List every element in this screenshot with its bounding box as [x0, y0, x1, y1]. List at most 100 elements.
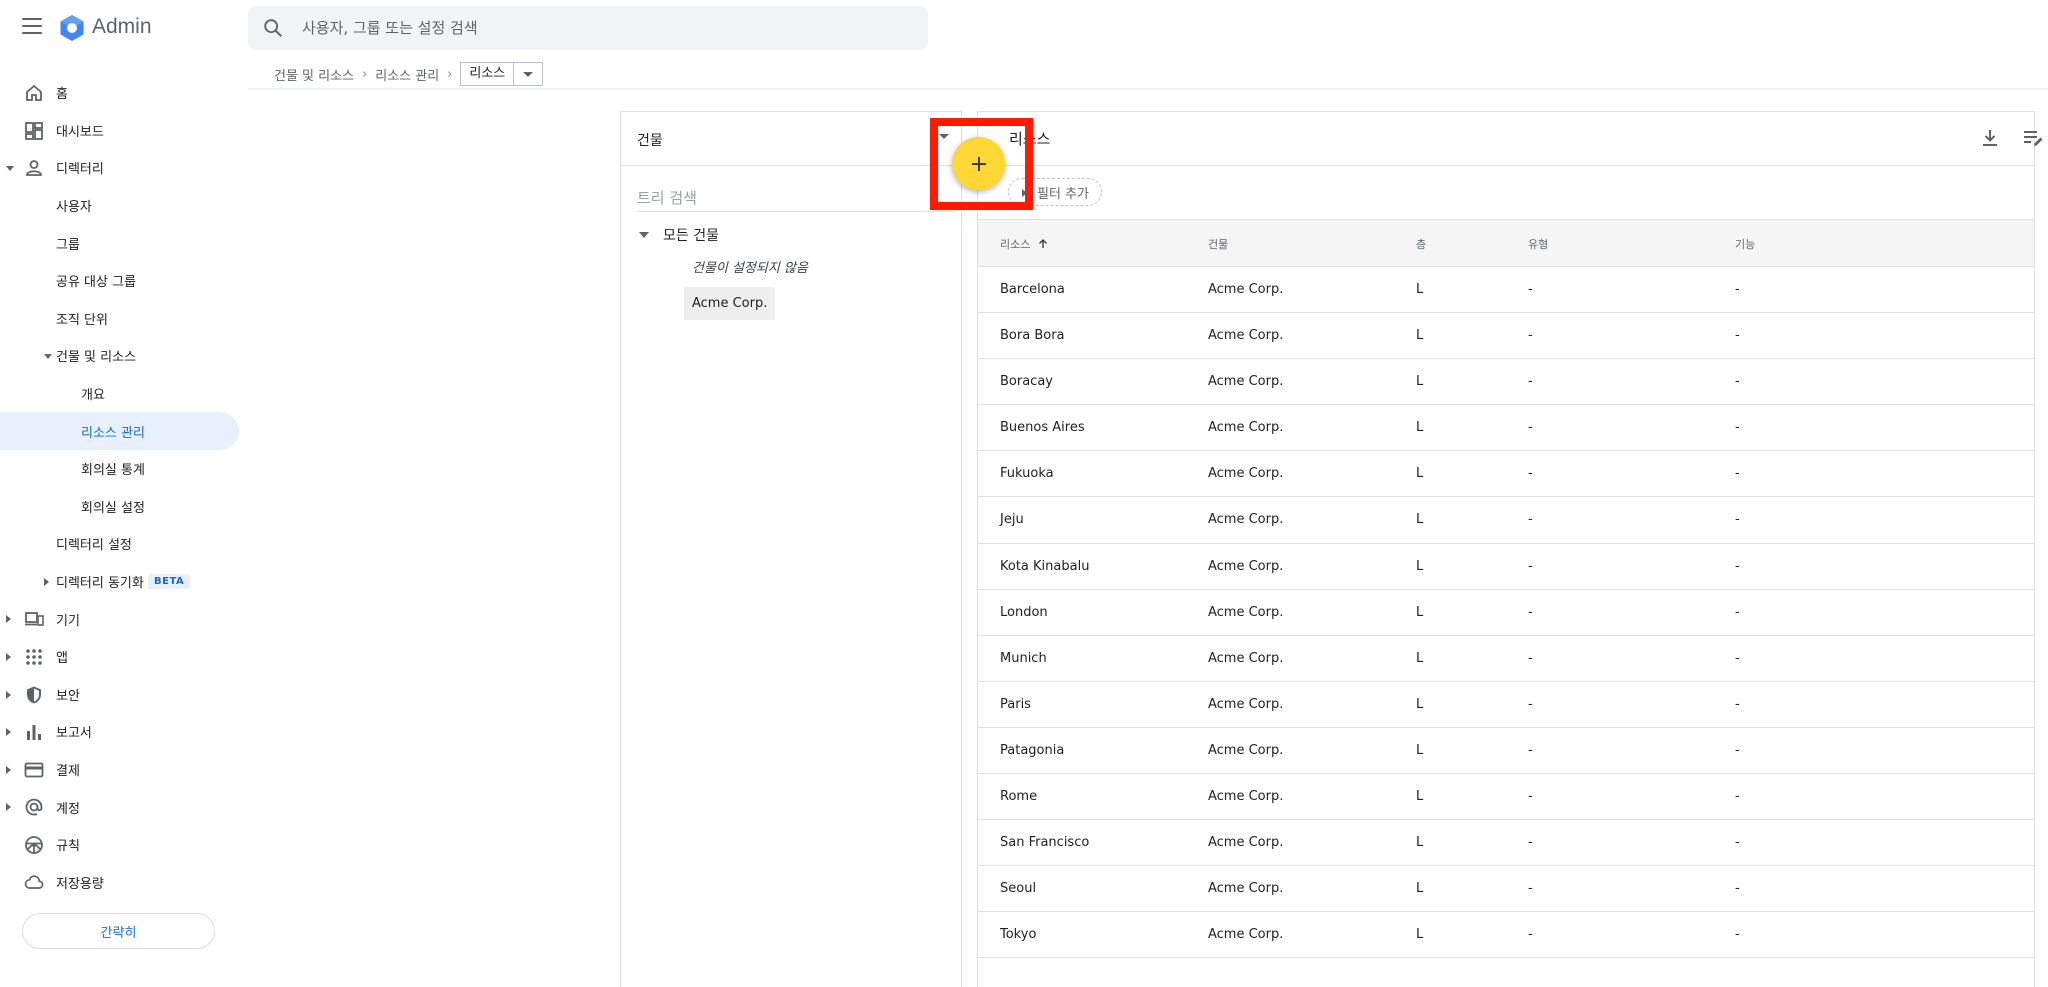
breadcrumb-buildings-resources[interactable]: 건물 및 리소스: [274, 65, 354, 84]
cell-floor: L: [1416, 558, 1424, 574]
table-row[interactable]: London Acme Corp. L - -: [978, 590, 2034, 636]
tree-node-building[interactable]: Acme Corp.: [684, 287, 776, 320]
add-resource-button[interactable]: [952, 137, 1005, 190]
table-row[interactable]: Munich Acme Corp. L - -: [978, 636, 2034, 682]
column-header-building[interactable]: 건물: [1208, 236, 1228, 252]
cell-features: -: [1735, 742, 1740, 758]
sidebar-item-target-audiences[interactable]: 공유 대상 그룹: [0, 262, 248, 300]
sidebar-item-org-units[interactable]: 조직 단위: [0, 300, 248, 338]
search-input[interactable]: [302, 6, 902, 50]
cell-floor: L: [1416, 696, 1424, 712]
expand-arrow-icon[interactable]: [6, 803, 11, 812]
tree-node-no-building[interactable]: 건물이 설정되지 않음: [692, 257, 808, 276]
tree-node-all-buildings[interactable]: 모든 건물: [637, 223, 719, 247]
table-row[interactable]: Barcelona Acme Corp. L - -: [978, 267, 2034, 314]
table-row[interactable]: Paris Acme Corp. L - -: [978, 682, 2034, 728]
cell-features: -: [1735, 558, 1740, 574]
sidebar-item-buildings-resources[interactable]: 건물 및 리소스: [0, 337, 248, 375]
sidebar-item-home[interactable]: 홈: [0, 74, 248, 112]
table-row[interactable]: Fukuoka Acme Corp. L - -: [978, 451, 2034, 498]
expand-arrow-icon[interactable]: [44, 354, 52, 360]
column-header-features[interactable]: 기능: [1735, 236, 1755, 252]
cell-type: -: [1528, 927, 1533, 943]
cell-floor: L: [1416, 881, 1424, 897]
sidebar-item-storage[interactable]: 저장용량: [0, 863, 248, 901]
cell-building: Acme Corp.: [1208, 420, 1284, 436]
beta-badge: BETA: [148, 573, 191, 589]
sidebar-item-resource-management[interactable]: 리소스 관리: [0, 412, 239, 450]
cell-type: -: [1528, 789, 1533, 805]
cell-resource: San Francisco: [1000, 835, 1090, 851]
sidebar-item-groups[interactable]: 그룹: [0, 224, 248, 262]
table-row[interactable]: Jeju Acme Corp. L - -: [978, 497, 2034, 544]
tree-search-input[interactable]: [637, 184, 955, 212]
breadcrumb-resource-management[interactable]: 리소스 관리: [375, 65, 439, 84]
cell-floor: L: [1416, 835, 1424, 851]
cell-floor: L: [1416, 328, 1424, 344]
manage-columns-icon[interactable]: [2021, 126, 2045, 150]
sidebar-item-room-settings[interactable]: 회의실 설정: [0, 488, 248, 526]
cell-resource: London: [1000, 604, 1048, 620]
cell-building: Acme Corp.: [1208, 328, 1284, 344]
sidebar-item-billing[interactable]: 결제: [0, 751, 248, 789]
column-header-floor[interactable]: 층: [1416, 236, 1426, 252]
table-row[interactable]: Boracay Acme Corp. L - -: [978, 359, 2034, 406]
table-row[interactable]: Tokyo Acme Corp. L - -: [978, 912, 2034, 959]
cell-building: Acme Corp.: [1208, 742, 1284, 758]
expand-arrow-icon[interactable]: [6, 166, 14, 172]
table-row[interactable]: Patagonia Acme Corp. L - -: [978, 728, 2034, 775]
expand-arrow-icon[interactable]: [6, 615, 11, 624]
column-header-resource[interactable]: 리소스: [1000, 236, 1048, 252]
sidebar-item-devices[interactable]: 기기: [0, 600, 248, 638]
expand-arrow-icon[interactable]: [6, 690, 11, 699]
cell-resource: Rome: [1000, 789, 1038, 805]
expand-arrow-icon[interactable]: [6, 652, 11, 661]
sidebar-item-room-insights[interactable]: 회의실 통계: [0, 450, 248, 488]
credit-card-icon: [24, 762, 44, 778]
table-row[interactable]: Seoul Acme Corp. L - -: [978, 866, 2034, 913]
sidebar-item-reports[interactable]: 보고서: [0, 713, 248, 751]
column-header-type[interactable]: 유형: [1528, 236, 1548, 252]
cell-type: -: [1528, 696, 1533, 712]
dropdown-caret-icon[interactable]: [514, 63, 542, 85]
expand-arrow-icon[interactable]: [6, 765, 11, 774]
devices-icon: [25, 612, 44, 627]
download-icon[interactable]: [1978, 126, 2002, 150]
cell-resource: Kota Kinabalu: [1000, 558, 1090, 574]
cell-floor: L: [1416, 604, 1424, 620]
sidebar-item-overview[interactable]: 개요: [0, 375, 248, 413]
sidebar-item-dashboard[interactable]: 대시보드: [0, 112, 248, 150]
cell-resource: Jeju: [1000, 512, 1024, 528]
sidebar-item-directory-settings[interactable]: 디렉터리 설정: [0, 525, 248, 563]
sidebar-item-security[interactable]: 보안: [0, 676, 248, 714]
resources-table: 리소스 건물 층 유형 기능 Barcelona Acme Corp. L - - Bor…: [978, 219, 2034, 959]
table-row[interactable]: San Francisco Acme Corp. L - -: [978, 820, 2034, 867]
cell-features: -: [1735, 835, 1740, 851]
sidebar-item-directory-sync[interactable]: 디렉터리 동기화 BETA: [0, 563, 248, 601]
sidebar-item-users[interactable]: 사용자: [0, 187, 248, 225]
table-row[interactable]: Buenos Aires Acme Corp. L - -: [978, 405, 2034, 452]
cell-type: -: [1528, 512, 1533, 528]
search-bar[interactable]: [248, 6, 928, 50]
cell-type: -: [1528, 604, 1533, 620]
table-row[interactable]: Rome Acme Corp. L - -: [978, 774, 2034, 821]
sidebar-item-apps[interactable]: 앱: [0, 638, 248, 676]
tree-expand-arrow-icon[interactable]: [639, 232, 649, 238]
cell-building: Acme Corp.: [1208, 835, 1284, 851]
sort-ascending-icon[interactable]: [1038, 239, 1048, 249]
cell-type: -: [1528, 420, 1533, 436]
table-row[interactable]: Kota Kinabalu Acme Corp. L - -: [978, 544, 2034, 590]
sidebar-item-account[interactable]: 계정: [0, 788, 248, 826]
compact-view-button[interactable]: 간략히: [22, 913, 215, 949]
cell-building: Acme Corp.: [1208, 374, 1284, 390]
admin-logo-icon: [60, 15, 84, 41]
cell-resource: Paris: [1000, 696, 1031, 712]
main-menu-icon[interactable]: [22, 18, 42, 34]
table-row[interactable]: Bora Bora Acme Corp. L - -: [978, 313, 2034, 360]
sidebar-item-rules[interactable]: 규칙: [0, 826, 248, 864]
sidebar-item-directory[interactable]: 디렉터리: [0, 149, 248, 187]
expand-arrow-icon[interactable]: [6, 728, 11, 737]
breadcrumb-current-select[interactable]: 리소스: [460, 62, 544, 86]
cell-floor: L: [1416, 742, 1424, 758]
expand-arrow-icon[interactable]: [44, 577, 49, 586]
